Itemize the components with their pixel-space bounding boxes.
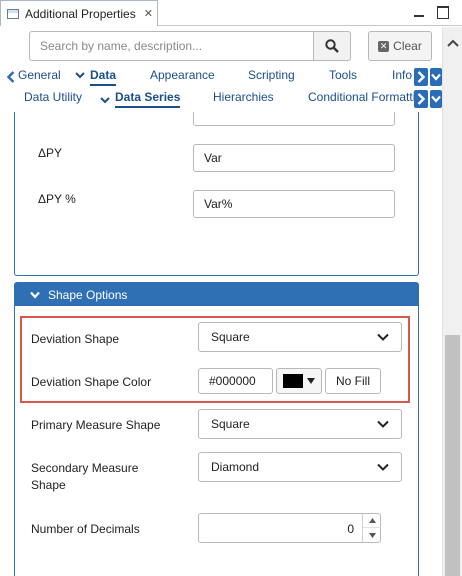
delta-py-percent-value: Var%	[204, 197, 233, 211]
tabs-scroll-right-icon[interactable]	[414, 68, 428, 86]
tab-scripting[interactable]: Scripting	[248, 68, 295, 82]
delta-py-percent-label: ΔPY %	[38, 192, 76, 206]
search-placeholder: Search by name, description...	[40, 39, 203, 53]
chevron-down-icon	[100, 93, 110, 107]
scroll-up-arrow-icon[interactable]	[443, 35, 462, 51]
maximize-icon[interactable]	[436, 5, 450, 19]
shape-options-header[interactable]: Shape Options	[15, 283, 418, 306]
tabs-overflow-icon[interactable]	[430, 90, 442, 108]
tabs-scroll-left-icon[interactable]	[4, 68, 18, 86]
color-picker-button[interactable]	[276, 368, 322, 394]
view-title-bar: Additional Properties ✕	[0, 0, 462, 26]
deviation-shape-color-label: Deviation Shape Color	[31, 375, 152, 389]
chevron-down-icon	[377, 333, 389, 341]
tabs-scroll-right-icon[interactable]	[414, 90, 428, 108]
tab-data[interactable]: Data	[90, 68, 117, 86]
tab-info[interactable]: Info	[392, 68, 412, 82]
delta-py-input[interactable]: Var	[193, 144, 395, 172]
tab-tools[interactable]: Tools	[329, 68, 357, 82]
delta-py-label: ΔPY	[38, 146, 63, 160]
primary-measure-shape-label: Primary Measure Shape	[31, 418, 161, 432]
view-tab-additional-properties[interactable]: Additional Properties ✕	[0, 0, 158, 26]
stepper-buttons	[362, 514, 381, 542]
chevron-down-icon	[377, 420, 389, 428]
clear-button[interactable]: ✕ Clear	[368, 31, 432, 61]
vertical-scrollbar[interactable]	[442, 27, 462, 576]
secondary-measure-shape-label-line2: Shape	[31, 478, 66, 492]
search-button[interactable]	[313, 31, 351, 61]
tab-conditional-formatting[interactable]: Conditional Formatting	[308, 90, 414, 104]
search-input[interactable]: Search by name, description...	[29, 31, 314, 61]
clear-x-icon: ✕	[378, 40, 390, 52]
caret-down-icon	[307, 378, 315, 384]
properties-view-icon	[7, 8, 19, 19]
scrollbar-thumb[interactable]	[445, 335, 460, 576]
number-of-decimals-stepper[interactable]: 0	[198, 513, 381, 543]
secondary-measure-shape-value: Diamond	[211, 460, 260, 474]
search-icon	[325, 39, 339, 53]
primary-tab-row: General Data Appearance Scripting Tools …	[0, 66, 442, 88]
no-fill-label: No Fill	[335, 374, 370, 388]
delta-py-percent-input[interactable]: Var%	[193, 190, 395, 218]
chevron-down-icon	[30, 291, 40, 299]
chevron-down-icon	[75, 68, 85, 82]
minimize-icon[interactable]	[412, 5, 426, 19]
secondary-tab-row: Data Utility Data Series Hierarchies Con…	[0, 88, 442, 110]
primary-measure-shape-value: Square	[211, 417, 250, 431]
tab-data-utility[interactable]: Data Utility	[24, 90, 82, 104]
tab-data-series[interactable]: Data Series	[115, 90, 181, 108]
shape-options-title: Shape Options	[48, 287, 128, 302]
color-swatch	[283, 374, 303, 388]
secondary-measure-shape-select[interactable]: Diamond	[198, 452, 402, 482]
tabs-overflow-icon[interactable]	[430, 68, 442, 86]
properties-content: ΔPY Var ΔPY % Var% Shape Options Deviati…	[0, 112, 442, 576]
deviation-shape-select[interactable]: Square	[198, 322, 402, 352]
tab-general[interactable]: General	[18, 68, 61, 82]
decrement-arrow-icon[interactable]	[363, 528, 381, 542]
tab-appearance[interactable]: Appearance	[150, 68, 215, 82]
increment-arrow-icon[interactable]	[363, 514, 381, 528]
view-tab-label: Additional Properties	[25, 6, 136, 21]
primary-measure-shape-select[interactable]: Square	[198, 409, 402, 439]
close-icon[interactable]: ✕	[144, 8, 153, 19]
number-of-decimals-value: 0	[347, 522, 354, 536]
secondary-measure-shape-label-line1: Secondary Measure	[31, 461, 139, 475]
tab-hierarchies[interactable]: Hierarchies	[213, 90, 274, 104]
number-of-decimals-label: Number of Decimals	[31, 522, 140, 536]
chevron-down-icon	[377, 463, 389, 471]
delta-py-value: Var	[204, 151, 222, 165]
clear-button-label: Clear	[393, 39, 422, 53]
deviation-shape-label: Deviation Shape	[31, 332, 120, 346]
deviation-color-hex-value: #000000	[209, 374, 256, 388]
previous-field-input[interactable]	[193, 112, 395, 126]
deviation-shape-value: Square	[211, 330, 250, 344]
no-fill-button[interactable]: No Fill	[325, 368, 381, 394]
deviation-color-hex-input[interactable]: #000000	[198, 368, 273, 394]
